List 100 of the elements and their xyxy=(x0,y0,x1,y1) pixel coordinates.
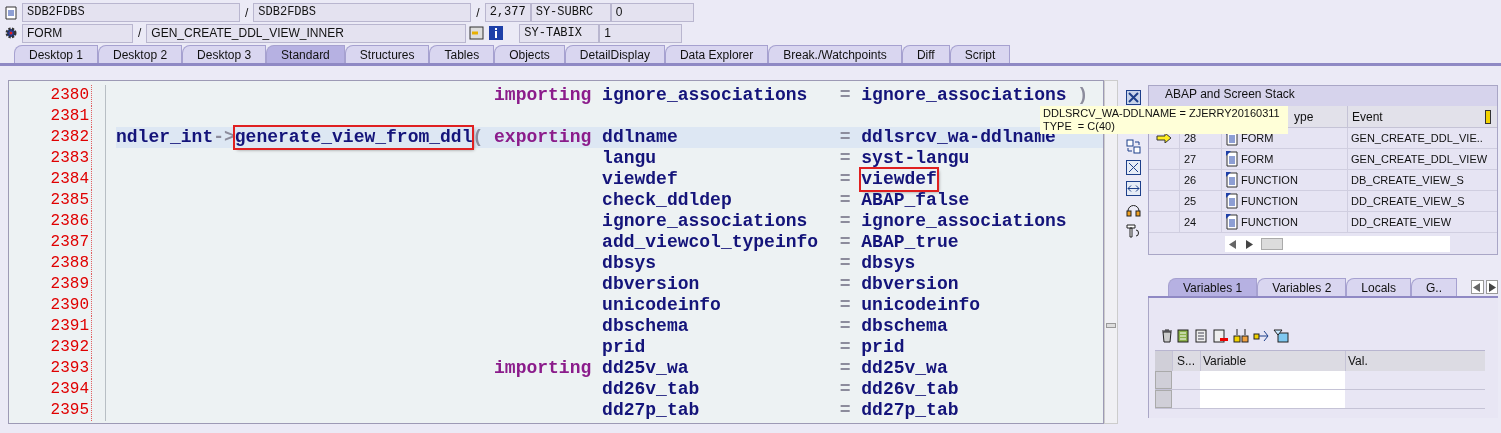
identifier: ABAP_true xyxy=(861,232,959,253)
list-icon[interactable] xyxy=(1177,329,1191,343)
stack-type: FUNCTION xyxy=(1241,215,1298,230)
document-icon xyxy=(1224,151,1240,167)
identifier: ignore_associations xyxy=(861,211,1067,232)
operator: = xyxy=(839,211,851,232)
line-number: 2380 xyxy=(29,85,92,106)
line-number: 2391 xyxy=(29,316,92,337)
event-type-field[interactable]: FORM xyxy=(22,23,133,43)
headset-icon[interactable] xyxy=(1125,202,1141,217)
line-number: 2390 xyxy=(29,295,92,316)
tab[interactable]: Desktop 1 xyxy=(14,45,99,63)
info-icon[interactable] xyxy=(489,26,504,40)
merge-icon[interactable] xyxy=(1233,329,1249,343)
close-icon[interactable] xyxy=(1125,90,1141,105)
stack-level: 26 xyxy=(1179,170,1221,190)
line-field[interactable]: 2,377 xyxy=(484,3,531,22)
tab[interactable]: Data Explorer xyxy=(664,45,769,63)
tooltip-line: TYPE = C(40) xyxy=(1043,120,1116,132)
identifier: dbversion xyxy=(602,274,700,295)
identifier: unicodeinfo xyxy=(861,295,981,316)
swap-icon[interactable] xyxy=(1125,139,1141,154)
resize-icon[interactable] xyxy=(1125,181,1141,196)
keyword: exporting xyxy=(494,127,592,148)
stack-event: DB_CREATE_VIEW_S xyxy=(1347,170,1464,190)
tab[interactable]: Desktop 3 xyxy=(182,45,267,63)
line-number: 2385 xyxy=(29,190,92,211)
line-number: 2395 xyxy=(29,400,92,421)
identifier: ndler_int xyxy=(116,127,214,148)
event-name-field[interactable]: GEN_CREATE_DDL_VIEW_INNER xyxy=(146,23,467,43)
line-number: 2381 xyxy=(29,106,92,127)
stack-event: DD_CREATE_VIEW xyxy=(1347,212,1452,232)
program-field[interactable]: SDB2FDBS xyxy=(22,3,240,22)
scroll-right-icon[interactable] xyxy=(1245,239,1253,249)
filter-icon[interactable] xyxy=(1273,329,1289,343)
tab[interactable]: Standard xyxy=(266,45,345,63)
tab[interactable]: DetailDisplay xyxy=(564,45,665,63)
stack-event: DD_CREATE_VIEW_S xyxy=(1347,191,1465,211)
line-number: 2389 xyxy=(29,274,92,295)
identifier: generate_view_from_ddl xyxy=(234,127,473,148)
system-field-name[interactable]: SY-TABIX xyxy=(519,23,600,43)
column-header: Val. xyxy=(1345,351,1485,371)
system-field-value[interactable]: 1 xyxy=(599,23,683,43)
expand-icon[interactable] xyxy=(1125,160,1141,175)
trash-icon[interactable] xyxy=(1161,329,1173,343)
stack-row[interactable]: 25 FUNCTION DD_CREATE_VIEW_S xyxy=(1149,191,1497,212)
line-number: 2394 xyxy=(29,379,92,400)
tab[interactable]: Diff xyxy=(901,45,950,63)
stack-row[interactable]: 27 FORM GEN_CREATE_DDL_VIEW xyxy=(1149,149,1497,170)
identifier: dbsys xyxy=(861,253,916,274)
line-number: 2384 xyxy=(29,169,92,190)
stack-level: 25 xyxy=(1179,191,1221,211)
identifier: prid xyxy=(861,337,905,358)
scroll-left-icon[interactable] xyxy=(1229,239,1237,249)
include-field[interactable]: SDB2FDBS xyxy=(253,3,472,22)
document-icon xyxy=(1224,193,1240,209)
identifier: langu xyxy=(602,148,657,169)
stack-type: FORM xyxy=(1241,152,1274,167)
tab[interactable]: G.. xyxy=(1411,278,1457,296)
tab[interactable]: Locals xyxy=(1346,278,1411,296)
tab[interactable]: Script xyxy=(949,45,1011,63)
identifier: ABAP_false xyxy=(861,190,970,211)
operator: = xyxy=(839,253,851,274)
tab[interactable]: Objects xyxy=(494,45,565,63)
identifier: prid xyxy=(602,337,646,358)
stack-event: GEN_CREATE_DDL_VIEW xyxy=(1347,149,1488,169)
tab[interactable]: Variables 1 xyxy=(1168,278,1258,296)
document-icon xyxy=(1224,214,1240,230)
tools-icon[interactable] xyxy=(1125,223,1141,238)
list-remove-icon[interactable] xyxy=(1213,329,1229,343)
list-icon[interactable] xyxy=(1195,329,1209,343)
identifier: ddlname xyxy=(602,127,678,148)
tab[interactable]: Structures xyxy=(344,45,430,63)
stack-row[interactable]: 26 FUNCTION DB_CREATE_VIEW_S xyxy=(1149,170,1497,191)
identifier: dd25v_wa xyxy=(861,358,948,379)
tab[interactable]: Break./Watchpoints xyxy=(768,45,902,63)
stack-event: GEN_CREATE_DDL_VIE.. xyxy=(1347,128,1483,148)
operator: ) xyxy=(1077,85,1089,106)
identifier: check_ddldep xyxy=(602,190,732,211)
document-icon xyxy=(1224,172,1240,188)
stack-level: 27 xyxy=(1179,149,1221,169)
line-number: 2383 xyxy=(29,148,92,169)
line-number: 2393 xyxy=(29,358,92,379)
tab[interactable]: Variables 2 xyxy=(1257,278,1347,296)
system-field-name[interactable]: SY-SUBRC xyxy=(530,3,611,22)
column-settings-icon[interactable] xyxy=(1485,110,1491,124)
operator: = xyxy=(839,379,851,400)
separator-slash: / xyxy=(138,25,142,42)
share-icon[interactable] xyxy=(1253,329,1269,343)
system-field-value[interactable]: 0 xyxy=(610,3,694,22)
scroll-thumb[interactable] xyxy=(1261,238,1283,250)
operator: = xyxy=(839,190,851,211)
identifier: dd25v_wa xyxy=(602,358,689,379)
tab[interactable]: Desktop 2 xyxy=(98,45,183,63)
document-icon xyxy=(4,5,18,20)
operator: = xyxy=(839,232,851,253)
identifier: viewdef xyxy=(861,169,937,190)
tab[interactable]: Tables xyxy=(429,45,495,63)
operator: = xyxy=(839,169,851,190)
stack-row[interactable]: 24 FUNCTION DD_CREATE_VIEW xyxy=(1149,212,1497,233)
